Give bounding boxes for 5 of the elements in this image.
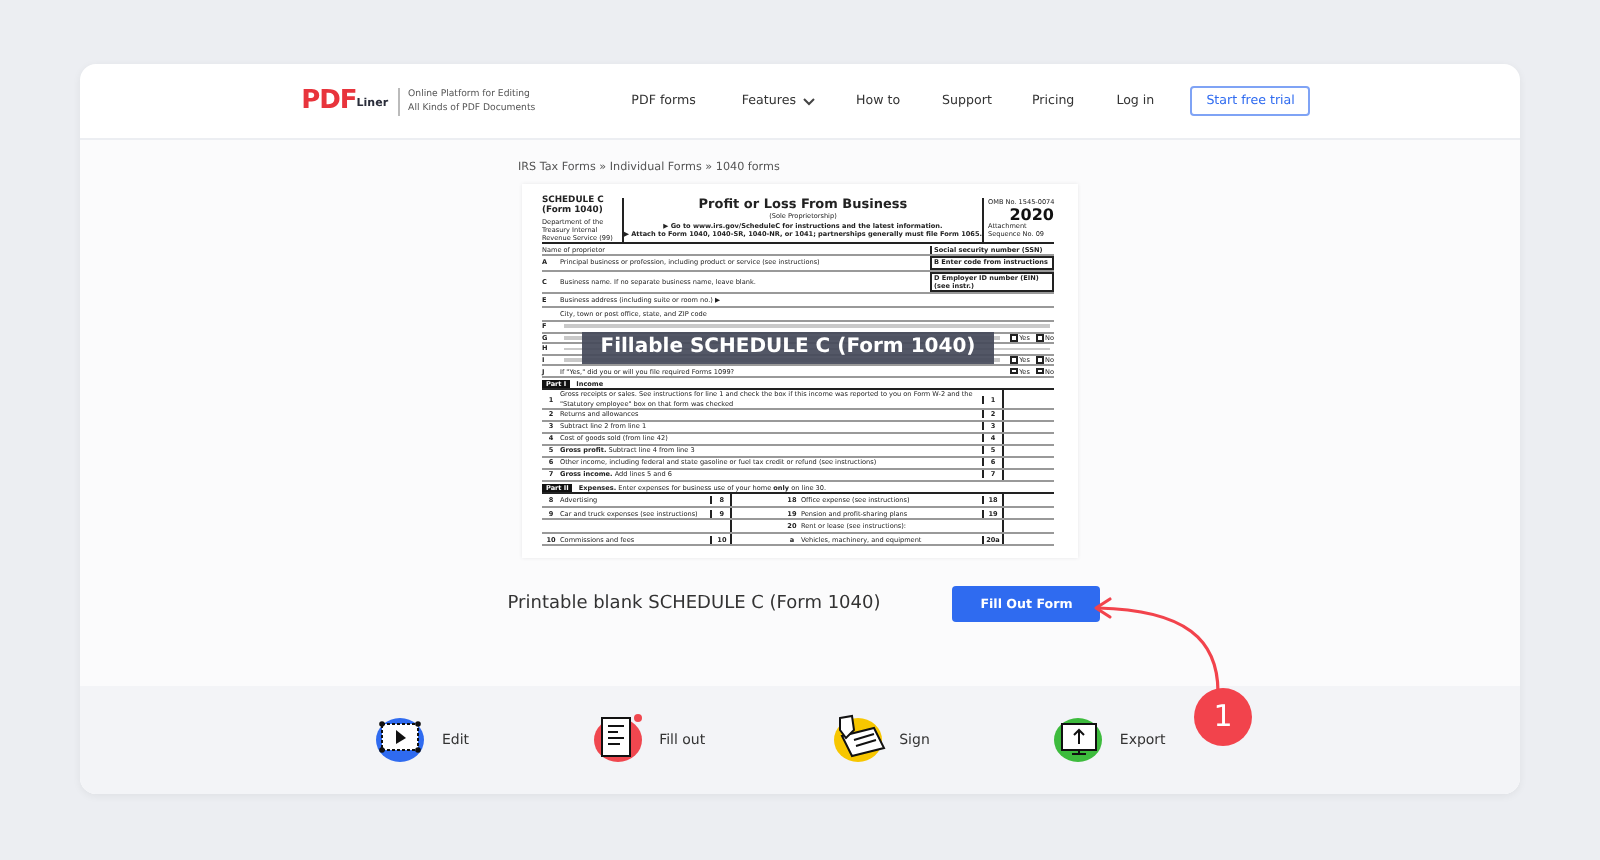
form-title-overlay: Fillable SCHEDULE C (Form 1040) bbox=[582, 332, 994, 365]
pen-paper-icon bbox=[829, 712, 890, 768]
caret-icon bbox=[801, 96, 816, 106]
curved-arrow bbox=[1094, 597, 1220, 693]
form-caption: Printable blank SCHEDULE C (Form 1040) bbox=[507, 591, 881, 618]
